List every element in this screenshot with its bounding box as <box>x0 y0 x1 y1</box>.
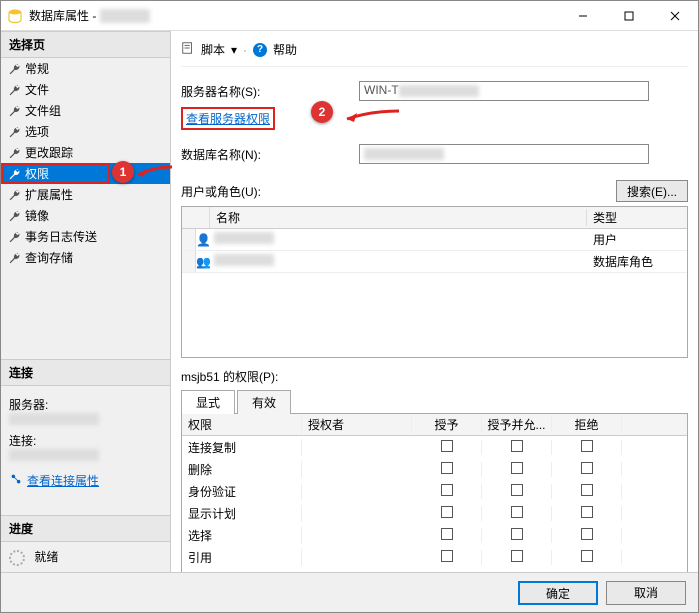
deny-checkbox[interactable] <box>581 484 593 496</box>
server-name-input[interactable]: WIN-T <box>359 81 649 101</box>
perm-row[interactable]: 引用 <box>182 546 687 568</box>
perm-row[interactable]: 连接复制 <box>182 436 687 458</box>
perm-row[interactable]: 显示计划 <box>182 502 687 524</box>
ok-button[interactable]: 确定 <box>518 581 598 605</box>
annotation-2: 2 <box>311 101 333 123</box>
group-icon: 👥 <box>196 255 210 269</box>
titlebar: 数据库属性 - <box>1 1 698 31</box>
col-type[interactable]: 类型 <box>587 209 687 226</box>
tab-effective[interactable]: 有效 <box>237 390 291 414</box>
server-label: 服务器: <box>9 396 162 413</box>
nav-options[interactable]: 选项 <box>1 121 170 142</box>
col-grantor[interactable]: 授权者 <box>302 416 412 433</box>
withgrant-checkbox[interactable] <box>511 440 523 452</box>
grant-checkbox[interactable] <box>441 484 453 496</box>
permissions-grid: 权限 授权者 授予 授予并允... 拒绝 连接复制删除身份验证显示计划选择引用执… <box>181 414 688 583</box>
script-icon <box>181 41 195 58</box>
users-row[interactable]: 👥 数据库角色 <box>182 251 687 273</box>
users-label: 用户或角色(U): <box>181 183 261 200</box>
connection-icon <box>9 472 23 489</box>
deny-checkbox[interactable] <box>581 440 593 452</box>
db-name-label: 数据库名称(N): <box>181 146 351 163</box>
col-deny[interactable]: 拒绝 <box>552 416 622 433</box>
progress-block: 就绪 <box>1 542 170 572</box>
users-row[interactable]: 👤 用户 <box>182 229 687 251</box>
title-blur <box>100 9 150 23</box>
grant-checkbox[interactable] <box>441 506 453 518</box>
search-button[interactable]: 搜索(E)... <box>616 180 688 202</box>
close-button[interactable] <box>652 1 698 31</box>
deny-checkbox[interactable] <box>581 506 593 518</box>
withgrant-checkbox[interactable] <box>511 528 523 540</box>
db-name-input[interactable] <box>359 144 649 164</box>
nav-extprops[interactable]: 扩展属性 <box>1 184 170 205</box>
nav-filegroups[interactable]: 文件组 <box>1 100 170 121</box>
window: 数据库属性 - 选择页 常规 文件 文件组 选项 更改跟踪 权限 1 扩展属性 … <box>0 0 699 613</box>
perm-tabs: 显式 有效 <box>181 389 688 414</box>
users-grid: 名称 类型 👤 用户 👥 数据库角色 <box>181 206 688 358</box>
withgrant-checkbox[interactable] <box>511 484 523 496</box>
server-value-blur <box>9 413 99 425</box>
col-grant[interactable]: 授予 <box>412 416 482 433</box>
sidebar: 选择页 常规 文件 文件组 选项 更改跟踪 权限 1 扩展属性 镜像 事务日志传… <box>1 31 171 572</box>
spinner-icon <box>9 550 25 566</box>
perm-row[interactable]: 删除 <box>182 458 687 480</box>
person-icon: 👤 <box>196 233 210 247</box>
grant-checkbox[interactable] <box>441 550 453 562</box>
nav-changetracking[interactable]: 更改跟踪 <box>1 142 170 163</box>
connection-header: 连接 <box>1 359 170 386</box>
main-panel: 脚本 ▾ · ? 帮助 服务器名称(S): WIN-T 查看服务器权限 2 数据… <box>171 31 698 572</box>
server-name-label: 服务器名称(S): <box>181 83 351 100</box>
col-withgrant[interactable]: 授予并允... <box>482 416 552 433</box>
window-title: 数据库属性 - <box>29 7 96 24</box>
nav-list: 常规 文件 文件组 选项 更改跟踪 权限 1 扩展属性 镜像 事务日志传送 查询… <box>1 58 170 268</box>
tab-explicit[interactable]: 显式 <box>181 390 235 414</box>
view-server-perms-link[interactable]: 查看服务器权限 <box>186 112 270 126</box>
permissions-label: msjb51 的权限(P): <box>181 368 688 385</box>
nav-logship[interactable]: 事务日志传送 <box>1 226 170 247</box>
deny-checkbox[interactable] <box>581 550 593 562</box>
perm-row[interactable]: 选择 <box>182 524 687 546</box>
grant-checkbox[interactable] <box>441 462 453 474</box>
app-icon <box>7 8 23 24</box>
connection-block: 服务器: 连接: 查看连接属性 <box>1 386 170 495</box>
toolbar: 脚本 ▾ · ? 帮助 <box>181 37 688 67</box>
grant-checkbox[interactable] <box>441 440 453 452</box>
select-page-header: 选择页 <box>1 31 170 58</box>
nav-mirror[interactable]: 镜像 <box>1 205 170 226</box>
footer: 确定 取消 <box>1 572 698 612</box>
deny-checkbox[interactable] <box>581 462 593 474</box>
progress-header: 进度 <box>1 515 170 542</box>
nav-general[interactable]: 常规 <box>1 58 170 79</box>
grant-checkbox[interactable] <box>441 528 453 540</box>
col-perm[interactable]: 权限 <box>182 416 302 433</box>
help-icon: ? <box>253 43 267 57</box>
deny-checkbox[interactable] <box>581 528 593 540</box>
help-link[interactable]: 帮助 <box>273 41 297 58</box>
script-dropdown[interactable]: 脚本 <box>201 41 225 58</box>
chevron-down-icon[interactable]: ▾ <box>231 43 237 57</box>
col-name[interactable]: 名称 <box>210 209 587 226</box>
nav-querystore[interactable]: 查询存储 <box>1 247 170 268</box>
progress-ready: 就绪 <box>34 550 58 564</box>
withgrant-checkbox[interactable] <box>511 462 523 474</box>
nav-permissions[interactable]: 权限 1 <box>1 163 170 184</box>
connection-value-blur <box>9 449 99 461</box>
withgrant-checkbox[interactable] <box>511 550 523 562</box>
view-connection-props-link[interactable]: 查看连接属性 <box>27 472 99 489</box>
nav-files[interactable]: 文件 <box>1 79 170 100</box>
minimize-button[interactable] <box>560 1 606 31</box>
connection-label: 连接: <box>9 432 162 449</box>
cancel-button[interactable]: 取消 <box>606 581 686 605</box>
annotation-1: 1 <box>112 161 134 183</box>
maximize-button[interactable] <box>606 1 652 31</box>
perm-row[interactable]: 身份验证 <box>182 480 687 502</box>
withgrant-checkbox[interactable] <box>511 506 523 518</box>
